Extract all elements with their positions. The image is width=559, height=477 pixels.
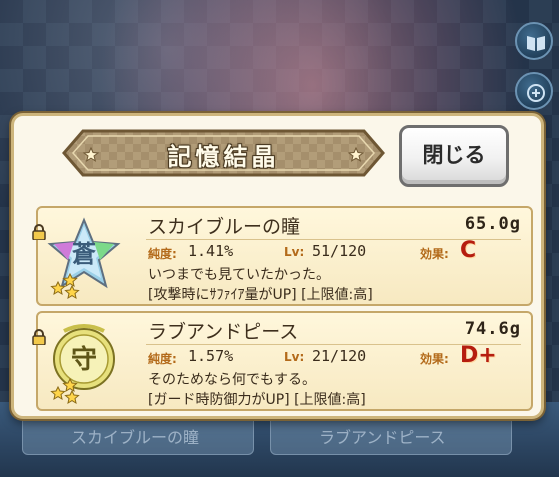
item-name: スカイブルーの瞳 [148,216,301,238]
background-card-label: スカイブルーの瞳 [71,428,200,447]
item-stats: 純度: 1.57% Lv: 21/120 効果: D+ [148,343,528,368]
emblem-character: 守 [71,344,97,375]
crystal-emblem-icon: 守 [50,324,115,405]
effect-grade: C [460,238,477,263]
memory-crystal-dialog: 記憶結晶 閉じる 蒼 スカイブルーの瞳 65.0g 純度: 1.41% Lv: … [11,113,544,419]
item-weight: 74.6g [464,319,521,339]
purity-value: 1.41% [188,242,234,260]
lock-icon [32,224,46,240]
level-value: 21/120 [312,347,367,365]
crystal-item[interactable]: 守 ラブアンドピース 74.6g 純度: 1.57% Lv: 21/120 効果… [32,311,533,411]
level-label: Lv: [284,350,305,364]
crystal-item[interactable]: 蒼 スカイブルーの瞳 65.0g 純度: 1.41% Lv: 51/120 効果… [32,206,533,306]
book-button[interactable] [515,22,553,60]
purity-label: 純度: [148,352,177,366]
item-stats: 純度: 1.41% Lv: 51/120 効果: C [148,238,528,263]
close-button[interactable]: 閉じる [399,125,509,187]
emblem-character: 蒼 [72,240,96,268]
book-icon [527,36,545,51]
lock-icon [32,329,46,345]
purity-label: 純度: [148,247,177,261]
menu-button[interactable] [515,72,553,110]
item-description: そのためなら何でもする。 [148,372,316,388]
purity-value: 1.57% [188,347,234,365]
item-name: ラブアンドピース [148,321,299,343]
effect-grade: D+ [460,343,497,368]
item-description: いつまでも見ていたかった。 [148,267,330,283]
item-weight: 65.0g [464,214,521,234]
title-banner: 記憶結晶 [61,128,386,178]
item-ability: [ガード時防御力がUP] [上限値:高] [148,392,366,408]
effect-label: 効果: [420,247,449,261]
background-card: ラブアンドピース [270,415,512,455]
background-card-label: ラブアンドピース [319,428,446,447]
menu-icon [527,84,545,102]
item-ability: [攻撃時にｻﾌｧｲｱ量がUP] [上限値:高] [148,287,373,303]
dialog-title: 記憶結晶 [167,143,280,171]
level-label: Lv: [284,245,305,259]
background-card: スカイブルーの瞳 [22,415,254,455]
effect-label: 効果: [420,352,449,366]
crystal-emblem-icon: 蒼 [47,217,121,300]
level-value: 51/120 [312,242,367,260]
